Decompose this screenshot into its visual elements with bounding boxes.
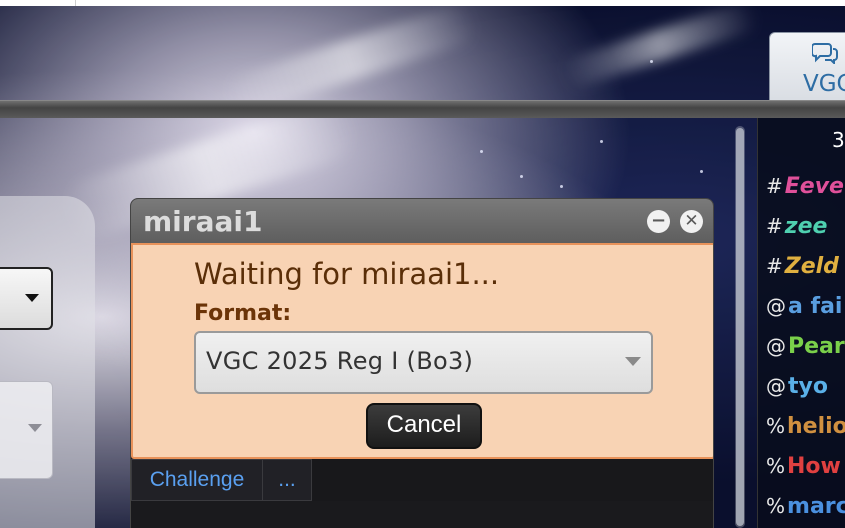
user-list-item[interactable]: @Pear xyxy=(766,334,845,364)
user-list-item[interactable]: %helio xyxy=(766,414,845,444)
scrollbar-thumb[interactable] xyxy=(736,128,744,526)
challenge-window: miraai1 − ✕ Waiting for miraai1... Forma… xyxy=(130,198,714,528)
user-rank: @ xyxy=(766,334,786,358)
room-tab-vgc[interactable]: VGC xyxy=(769,32,845,102)
left-team-dropdown[interactable] xyxy=(0,381,53,479)
user-rank: @ xyxy=(766,374,786,398)
user-list-item[interactable]: %How xyxy=(766,454,841,484)
background-star xyxy=(650,60,653,63)
waiting-text: Waiting for miraai1... xyxy=(194,257,500,291)
user-name: helio xyxy=(787,414,845,439)
background-streak xyxy=(560,0,760,91)
chevron-down-icon xyxy=(28,424,42,432)
user-rank: # xyxy=(766,214,783,238)
user-rank: % xyxy=(766,454,786,478)
left-format-dropdown[interactable] xyxy=(0,267,53,330)
challenge-tabs: Challenge ... xyxy=(131,459,713,501)
background-star xyxy=(600,140,603,143)
challenge-box: Waiting for miraai1... Format: VGC 2025 … xyxy=(131,243,713,459)
user-name: zee xyxy=(784,214,828,239)
user-rank: % xyxy=(766,414,786,438)
room-header-bar xyxy=(0,100,845,118)
format-select-value: VGC 2025 Reg I (Bo3) xyxy=(206,347,474,375)
user-rank: % xyxy=(766,494,786,518)
top-strip xyxy=(0,0,845,6)
background-star xyxy=(560,185,563,188)
chat-scrollbar[interactable] xyxy=(735,126,745,528)
room-tab-label: VGC xyxy=(803,71,845,97)
tab-challenge[interactable]: Challenge xyxy=(131,459,263,501)
user-list-item[interactable]: #zee xyxy=(766,214,827,244)
minimize-icon[interactable]: − xyxy=(647,210,670,233)
user-list-item[interactable]: @tyo xyxy=(766,374,828,404)
cancel-button[interactable]: Cancel xyxy=(366,403,482,449)
user-rank: # xyxy=(766,254,783,278)
user-name: Zeld xyxy=(784,254,839,279)
background-star xyxy=(520,175,523,178)
challenge-window-header: miraai1 − ✕ xyxy=(131,199,713,243)
chat-bubbles-icon xyxy=(811,42,838,70)
user-list-item[interactable]: %marc xyxy=(766,494,845,524)
user-name: Eeve xyxy=(784,174,844,199)
user-name: How xyxy=(787,454,841,479)
background-star xyxy=(700,170,703,173)
background-star xyxy=(480,150,483,153)
top-strip-divider xyxy=(75,0,76,6)
user-count: 3 xyxy=(832,128,845,152)
user-name: Pear xyxy=(788,334,845,359)
user-name: marc xyxy=(787,494,845,519)
challenge-window-title: miraai1 xyxy=(143,205,263,238)
format-select[interactable]: VGC 2025 Reg I (Bo3) xyxy=(194,331,653,394)
user-list-item[interactable]: #Eeve xyxy=(766,174,844,204)
tab-more[interactable]: ... xyxy=(262,459,312,501)
format-label: Format: xyxy=(194,301,292,326)
user-rank: @ xyxy=(766,294,786,318)
chevron-down-icon xyxy=(625,357,641,366)
user-rank: # xyxy=(766,174,783,198)
user-name: a fai xyxy=(788,294,843,319)
user-name: tyo xyxy=(788,374,828,399)
chat-log-peek xyxy=(131,501,713,528)
close-icon[interactable]: ✕ xyxy=(680,210,703,233)
user-list: 3 #Eeve #zee #Zeld @a fai @Pear @tyo %helio %Ho… xyxy=(757,118,845,528)
user-list-item[interactable]: @a fai xyxy=(766,294,842,324)
user-list-item[interactable]: #Zeld xyxy=(766,254,839,284)
chevron-down-icon xyxy=(25,294,39,302)
